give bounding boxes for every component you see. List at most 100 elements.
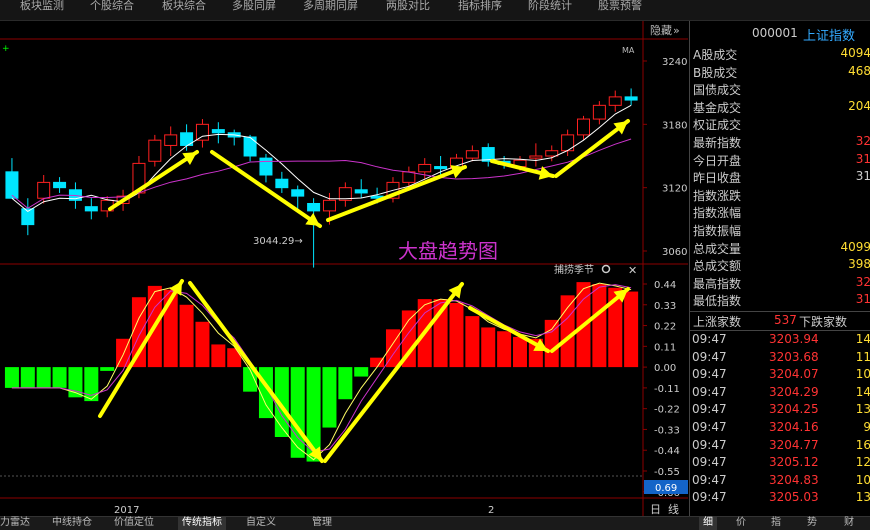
macd-bar	[211, 344, 226, 368]
candle-body	[434, 166, 448, 170]
top-tab-1[interactable]: 个股综合	[90, 0, 134, 20]
up-label: 上涨家数	[693, 315, 742, 329]
macd-bar	[4, 367, 19, 388]
xaxis-label-year: 2017	[114, 505, 139, 516]
tick-price: 3204.25	[769, 402, 819, 417]
stat-row: 指数振幅	[690, 221, 870, 239]
tick-volume: 14	[855, 332, 870, 346]
side-tab-3[interactable]: 势	[807, 517, 817, 530]
plus-icon: +	[2, 44, 10, 54]
stat-value: 468	[848, 63, 870, 78]
top-tab-4[interactable]: 多周期同屏	[303, 0, 358, 20]
tick-row: 09:47 3204.25 13	[690, 401, 870, 419]
macd-bar	[20, 367, 35, 388]
tick-price: 3205.03	[769, 490, 819, 505]
candle-body	[354, 189, 368, 194]
bottom-tab-1[interactable]: 中线持仓	[52, 517, 92, 530]
chart-area[interactable]: 隐藏» MA +3240 3180 3120 3060 3044.29→ 大盘趋势图 捕捞季节 ✕…	[0, 21, 688, 516]
candle-body	[243, 136, 257, 157]
index-name[interactable]: 上证指数	[803, 25, 855, 44]
bottom-tab-4[interactable]: 自定义	[246, 517, 276, 530]
bottom-tab-5[interactable]: 管理	[312, 517, 332, 530]
stat-label: 昨日收盘	[693, 171, 742, 186]
tick-volume: 10	[855, 367, 870, 382]
candle-body	[624, 96, 638, 101]
macd-tick-label: -0.22	[654, 405, 680, 416]
macd-tick-label: 0.22	[654, 322, 676, 333]
candle-body	[5, 171, 19, 199]
top-tab-7[interactable]: 阶段统计	[528, 0, 572, 20]
candle-body	[465, 150, 479, 159]
side-tab-1[interactable]: 价	[736, 517, 746, 530]
tick-row: 09:47 3203.94 14	[690, 331, 870, 349]
macd-tick-label: 0.33	[654, 301, 676, 312]
bottom-tab-2[interactable]: 价值定位	[114, 517, 154, 530]
stat-row: 权证成交	[690, 115, 870, 133]
stat-row: 最低指数 31	[690, 291, 870, 309]
tick-volume: 13	[855, 490, 870, 505]
macd-bar	[179, 304, 194, 368]
top-tab-bar: 板块监测 个股综合 板块综合 多股同屏 多周期同屏 两股对比 指标排序 阶段统计 股票预警	[0, 0, 870, 21]
macd-bar	[100, 367, 115, 371]
period-line-label: 线	[668, 502, 679, 516]
bottom-tab-0[interactable]: 力雷达	[0, 517, 30, 530]
stat-label: A股成交	[693, 48, 738, 62]
top-tab-3[interactable]: 多股同屏	[232, 0, 276, 20]
macd-bar	[52, 367, 67, 388]
stat-row: B股成交 468	[690, 63, 870, 81]
candle-body	[322, 199, 336, 212]
down-label: 下跌家数	[799, 315, 848, 329]
stat-row: 最高指数 32	[690, 274, 870, 292]
stat-value: 398	[848, 257, 870, 272]
macd-bar	[338, 367, 353, 400]
tick-row: 09:47 3204.16 9	[690, 419, 870, 437]
tick-volume: 12	[855, 455, 870, 470]
stat-row: 总成交量 4099	[690, 239, 870, 257]
macd-bar	[36, 367, 51, 388]
side-tab-4[interactable]: 财	[844, 517, 854, 530]
bottom-tab-bar: 力雷达 中线持仓 价值定位 传统指标 自定义 管理 细 价 指 势 财	[0, 516, 870, 530]
top-tab-6[interactable]: 指标排序	[458, 0, 502, 20]
tick-row: 09:47 3204.77 16	[690, 437, 870, 455]
side-tab-2[interactable]: 指	[771, 517, 781, 530]
stat-row: A股成交 4094	[690, 45, 870, 63]
stat-row: 指数涨幅	[690, 203, 870, 221]
tick-time: 09:47	[692, 384, 727, 399]
kline-chart[interactable]: 隐藏 » MA +3240 3180 3120 3060 3044.29→ 大盘趋势图捕捞季节 ✕…	[0, 21, 688, 516]
stat-value: 31	[855, 151, 870, 166]
stat-label: 总成交额	[693, 259, 742, 274]
candle-body	[592, 104, 606, 120]
macd-bar	[195, 321, 210, 368]
tick-price: 3204.16	[769, 420, 819, 434]
tick-time: 09:47	[692, 402, 727, 417]
candle-body	[576, 118, 590, 136]
top-tab-0[interactable]: 板块监测	[20, 0, 64, 20]
stat-row: 总成交额 398	[690, 256, 870, 274]
close-icon: ✕	[628, 264, 637, 277]
tick-time: 09:47	[692, 349, 727, 364]
top-tab-5[interactable]: 两股对比	[386, 0, 430, 20]
top-tab-8[interactable]: 股票预警	[598, 0, 642, 20]
stat-label: 最新指数	[693, 136, 742, 150]
candle-body	[545, 150, 559, 157]
candle-body	[418, 163, 432, 173]
stat-label: 权证成交	[693, 118, 742, 133]
bottom-tab-3[interactable]: 传统指标	[178, 517, 226, 530]
macd-bar	[322, 367, 337, 428]
tick-time: 09:47	[692, 332, 727, 346]
side-tab-0[interactable]: 细	[699, 517, 717, 530]
stat-value: 4094	[840, 46, 870, 60]
chevron-right-icon: »	[673, 24, 680, 37]
price-tick-label: 3180	[662, 120, 687, 131]
macd-tick-label: 0.00	[654, 363, 676, 374]
stat-value: 4099	[840, 239, 870, 254]
candle-body	[307, 203, 321, 212]
macd-tick-label: -0.55	[654, 467, 680, 478]
tick-volume: 11	[855, 349, 870, 364]
macd-bar	[84, 367, 99, 402]
macd-tick-label: 0.11	[654, 342, 676, 353]
stat-value: 31	[855, 169, 870, 184]
stat-label: 最高指数	[693, 276, 742, 291]
tick-volume: 13	[855, 402, 870, 417]
top-tab-2[interactable]: 板块综合	[162, 0, 206, 20]
